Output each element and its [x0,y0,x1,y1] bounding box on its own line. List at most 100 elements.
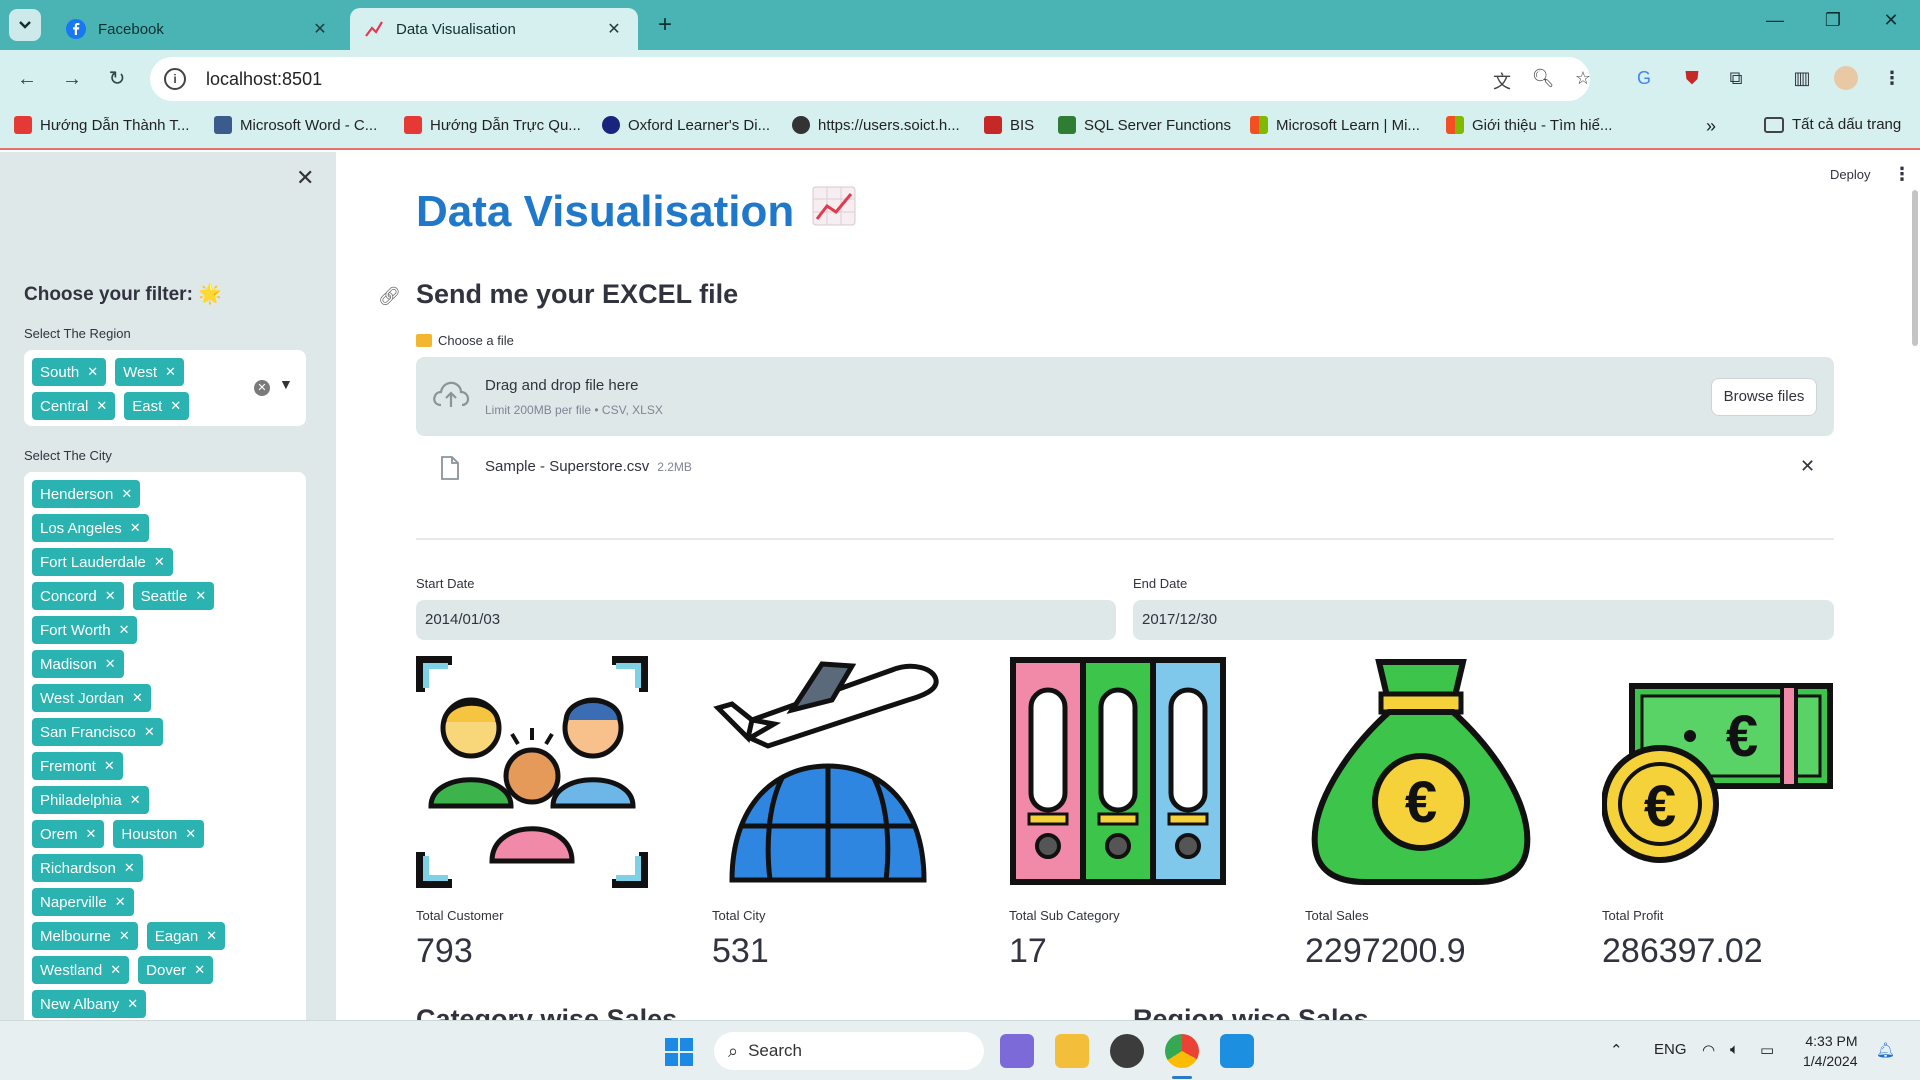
more-bookmarks-icon[interactable]: » [1706,116,1716,137]
city-chip[interactable]: Orem ✕ [32,820,105,848]
translate-icon[interactable]: 文 [1490,68,1514,92]
city-chip[interactable]: Dover ✕ [138,956,214,984]
reload-button[interactable]: ↻ [102,64,132,94]
address-bar[interactable]: i localhost:8501 文 🔍︎ ☆ [150,57,1591,101]
close-icon[interactable]: ✕ [154,554,165,570]
city-chip[interactable]: New Albany ✕ [32,990,147,1018]
google-translate-extension-icon[interactable]: G [1632,66,1656,90]
bookmark-item[interactable]: Hướng Dẫn Trực Qu... [404,116,581,134]
city-chip[interactable]: Richardson ✕ [32,854,143,882]
all-bookmarks-button[interactable]: Tất cả dấu trang [1764,116,1901,133]
file-explorer-icon[interactable] [1055,1034,1089,1068]
back-button[interactable]: ← [12,64,42,94]
close-icon[interactable]: ✕ [121,486,132,502]
city-chip[interactable]: Concord ✕ [32,582,124,610]
bookmark-item[interactable]: Microsoft Word - C... [214,116,377,134]
site-info-icon[interactable]: i [164,68,186,90]
region-chip[interactable]: Central ✕ [32,392,116,420]
region-multiselect[interactable]: South ✕ West ✕ Central ✕ East ✕ ✕ ▼ [24,350,306,426]
bookmark-item[interactable]: Hướng Dẫn Thành T... [14,116,189,134]
shield-extension-icon[interactable]: ⛊ [1680,66,1704,90]
close-icon[interactable]: ✕ [170,398,181,414]
city-chip[interactable]: Houston ✕ [113,820,205,848]
region-chip[interactable]: South ✕ [32,358,107,386]
close-icon[interactable]: ✕ [115,894,126,910]
profile-avatar[interactable] [1834,66,1858,90]
close-icon[interactable]: ✕ [194,962,205,978]
close-icon[interactable]: ✕ [96,398,107,414]
main-menu-icon[interactable]: ⋮ [1893,164,1911,185]
close-icon[interactable]: ✕ [86,826,97,842]
tab-search-button[interactable] [9,9,41,41]
start-date-input[interactable]: 2014/01/03 [416,600,1116,640]
url-text[interactable]: localhost:8501 [206,69,322,90]
city-chip[interactable]: West Jordan ✕ [32,684,151,712]
bookmark-item[interactable]: Giới thiệu - Tìm hiể... [1446,116,1612,134]
chrome-icon[interactable] [1165,1034,1199,1068]
close-icon[interactable]: ✕ [195,588,206,604]
bookmark-star-icon[interactable]: ☆ [1571,68,1595,90]
remove-file-icon[interactable]: ✕ [1800,456,1815,477]
close-icon[interactable]: ✕ [132,690,143,706]
close-icon[interactable]: ✕ [130,520,141,536]
unity-icon[interactable] [1110,1034,1144,1068]
close-icon[interactable]: ✕ [119,928,130,944]
close-icon[interactable]: ✕ [165,364,176,380]
minimize-button[interactable]: — [1752,10,1798,31]
close-icon[interactable]: ✕ [110,962,121,978]
windows-start-icon[interactable] [664,1037,694,1067]
close-icon[interactable]: ✕ [105,588,116,604]
link-icon[interactable]: 🔗︎ [378,286,401,307]
tab-facebook[interactable]: Facebook ✕ [52,8,344,50]
zoom-icon[interactable]: 🔍︎ [1531,68,1555,90]
clear-icon[interactable]: ✕ [254,380,270,396]
close-icon[interactable]: ✕ [127,996,138,1012]
end-date-input[interactable]: 2017/12/30 [1133,600,1834,640]
bookmark-item[interactable]: https://users.soict.h... [792,116,960,134]
window-close-button[interactable]: ✕ [1868,10,1914,31]
language-indicator[interactable]: ENG [1654,1041,1687,1058]
bookmark-item[interactable]: Oxford Learner's Di... [602,116,770,134]
city-chip[interactable]: Seattle ✕ [132,582,215,610]
deploy-button[interactable]: Deploy [1830,167,1870,182]
close-icon[interactable]: ✕ [87,364,98,380]
bookmark-item[interactable]: BIS [984,116,1034,134]
close-icon[interactable]: ✕ [130,792,141,808]
city-chip[interactable]: Fort Worth ✕ [32,616,138,644]
city-chip[interactable]: Madison ✕ [32,650,124,678]
new-tab-button[interactable]: + [652,12,678,38]
city-chip[interactable]: Naperville ✕ [32,888,134,916]
scrollbar[interactable] [1912,190,1918,346]
region-chip[interactable]: West ✕ [115,358,184,386]
sidebar-close-icon[interactable]: ✕ [296,165,314,191]
battery-icon[interactable]: ▭ [1760,1041,1774,1059]
vscode-icon[interactable] [1220,1034,1254,1068]
browse-files-button[interactable]: Browse files [1711,378,1817,416]
extensions-puzzle-icon[interactable]: ⧉ [1724,66,1748,90]
wifi-icon[interactable]: ◠ [1702,1041,1715,1059]
tab-data-visualisation[interactable]: Data Visualisation ✕ [350,8,638,50]
close-icon[interactable]: ✕ [104,758,115,774]
city-chip[interactable]: Fort Lauderdale ✕ [32,548,173,576]
notification-bell-icon[interactable]: 🔔︎ [1876,1041,1895,1059]
city-chip[interactable]: Fremont ✕ [32,752,123,780]
bookmark-item[interactable]: Microsoft Learn | Mi... [1250,116,1420,134]
close-icon[interactable]: ✕ [310,19,330,39]
city-chip[interactable]: San Francisco ✕ [32,718,163,746]
city-chip[interactable]: Los Angeles ✕ [32,514,149,542]
system-clock[interactable]: 4:33 PM 1/4/2024 [1803,1031,1858,1071]
bookmark-item[interactable]: SQL Server Functions [1058,116,1231,134]
region-chip[interactable]: East ✕ [124,392,190,420]
close-icon[interactable]: ✕ [604,19,624,39]
side-panel-icon[interactable]: ▥ [1790,66,1814,90]
close-icon[interactable]: ✕ [119,622,130,638]
city-chip[interactable]: Henderson ✕ [32,480,141,508]
city-chip[interactable]: Westland ✕ [32,956,130,984]
city-chip[interactable]: Philadelphia ✕ [32,786,149,814]
file-dropzone[interactable]: Drag and drop file here Limit 200MB per … [416,357,1834,436]
city-multiselect[interactable]: Henderson ✕ Los Angeles ✕ Fort Lauderdale ✕… [24,472,306,1020]
close-icon[interactable]: ✕ [185,826,196,842]
taskbar-search[interactable]: ⌕ Search [714,1032,984,1070]
close-icon[interactable]: ✕ [105,656,116,672]
forward-button[interactable]: → [57,64,87,94]
